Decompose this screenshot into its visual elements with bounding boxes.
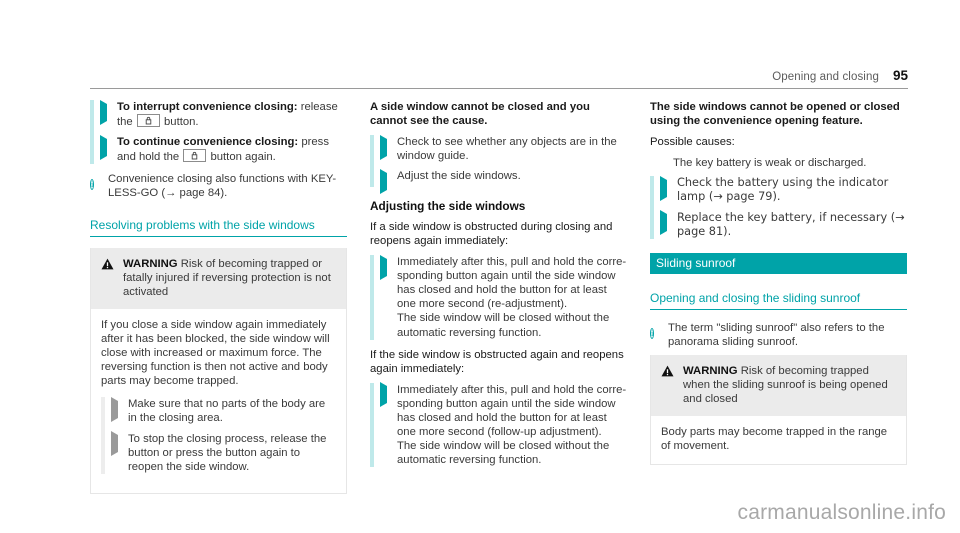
- warning-header: WARNING Risk of becoming trapped or fata…: [91, 247, 346, 309]
- header-title: Opening and closing: [772, 71, 879, 83]
- round-bullet-icon: [660, 162, 667, 176]
- warning-step-text: To stop the closing process, release the…: [128, 432, 327, 473]
- warning-step: To stop the closing process, release the…: [105, 431, 336, 477]
- header-divider: [90, 88, 908, 89]
- page-number: 95: [892, 68, 908, 83]
- info-icon: i: [90, 179, 95, 191]
- convenience-closing-steps: To interrupt convenience closing: releas…: [90, 99, 347, 165]
- warning-box-sliding-sunroof: WARNING Risk of becoming trapped when th…: [650, 354, 907, 466]
- step-continue-convenience-closing: To continue convenience closing: press a…: [94, 134, 347, 164]
- info-note-text: Convenience closing also functions with …: [108, 173, 337, 200]
- warning-body-text: Body parts may become trapped in the ran…: [661, 426, 888, 453]
- col2-check-steps: Check to see whether any objects are in …: [370, 134, 627, 194]
- column-2: A side window cannot be closed and you c…: [370, 100, 627, 494]
- warning-label: WARNING: [683, 364, 738, 377]
- step-adjust-side-windows: Adjust the side windows.: [374, 168, 627, 194]
- lock-button-icon: [183, 149, 207, 163]
- warning-body: If you close a side window again immedia…: [91, 308, 346, 493]
- triangle-bullet-icon: [111, 396, 122, 429]
- lock-button-icon: [136, 114, 160, 128]
- triangle-bullet-icon: [380, 168, 391, 194]
- section-banner-sliding-sunroof: Sliding sunroof: [650, 252, 907, 274]
- cause-item: The key battery is weak or discharged.: [650, 156, 907, 170]
- warning-label: WARNING: [123, 257, 178, 270]
- info-icon: i: [650, 327, 655, 339]
- step-continue-text-after: button again.: [207, 151, 276, 164]
- col2-block2-steps: Immediately after this, pull and hold th…: [370, 382, 627, 471]
- step-text: Check to see whether any objects are in …: [397, 136, 617, 163]
- warning-header: WARNING Risk of becoming trapped when th…: [651, 354, 906, 417]
- step-interrupt-convenience-closing: To interrupt convenience closing: releas…: [94, 99, 347, 135]
- col2-block2-intro: If the side window is obstructed again a…: [370, 348, 624, 375]
- step-text: Immediately after this, pull and hold th…: [397, 383, 627, 439]
- heading-opening-closing-sunroof: Opening and closing the sliding sunroof: [650, 291, 907, 310]
- warning-body-text: If you close a side window again immedia…: [101, 318, 330, 388]
- triangle-bullet-icon: [380, 382, 391, 471]
- triangle-bullet-icon: [380, 134, 391, 167]
- triangle-bullet-icon: [660, 210, 671, 242]
- step-interrupt-label: To interrupt convenience closing:: [117, 101, 298, 113]
- triangle-bullet-icon: [100, 134, 111, 168]
- col3-intro: The side windows cannot be opened or clo…: [650, 101, 900, 128]
- warning-box-side-windows: WARNING Risk of becoming trapped or fata…: [90, 247, 347, 494]
- step-check-window-guide: Check to see whether any objects are in …: [374, 134, 627, 169]
- step-followup-adjustment: Immediately after this, pull and hold th…: [374, 382, 627, 471]
- step-replace-battery: Replace the key battery, if necessary (→…: [654, 210, 907, 242]
- triangle-bullet-icon: [100, 99, 111, 133]
- cause-text: The key battery is weak or discharged.: [673, 157, 867, 170]
- col3-causes-list: The key battery is weak or discharged.: [650, 156, 907, 170]
- column-3: The side windows cannot be opened or clo…: [650, 100, 907, 494]
- info-note-text: The term "sliding sunroof" also refers t…: [668, 321, 885, 348]
- warning-body: Body parts may become trapped in the ran…: [651, 416, 906, 465]
- step-text: Replace the key battery, if necessary (→…: [677, 210, 905, 238]
- info-note-sunroof: i The term "sliding sunroof" also refers…: [650, 321, 907, 349]
- heading-resolving-problems: Resolving problems with the side windows: [90, 218, 347, 237]
- warning-step-text: Make sure that no parts of the body are …: [128, 398, 326, 425]
- triangle-bullet-icon: [660, 175, 671, 208]
- step-interrupt-text-after: button.: [160, 116, 199, 129]
- step-text: Adjust the side windows.: [397, 170, 521, 183]
- col2-block1-steps: Immediately after this, pull and hold th…: [370, 254, 627, 340]
- col3-battery-steps: Check the battery using the indicator la…: [650, 175, 907, 242]
- col3-causes-label: Possible causes:: [650, 136, 735, 149]
- col2-intro: A side window cannot be closed and you c…: [370, 101, 590, 128]
- warning-steps: Make sure that no parts of the body are …: [101, 396, 336, 477]
- step-continue-label: To continue convenience closing:: [117, 136, 299, 149]
- triangle-bullet-icon: [111, 431, 122, 477]
- step-subtext: The side window will be closed without t…: [397, 440, 610, 467]
- step-readjustment: Immediately after this, pull and hold th…: [374, 254, 627, 340]
- column-1: To interrupt convenience closing: releas…: [90, 99, 347, 494]
- subheading-adjusting-side-windows: Adjusting the side windows: [370, 199, 526, 214]
- step-check-battery: Check the battery using the indicator la…: [654, 175, 907, 210]
- warning-step: Make sure that no parts of the body are …: [105, 396, 336, 431]
- page-header: Opening and closing 95: [90, 68, 908, 83]
- warning-triangle-icon: [661, 365, 674, 407]
- info-note-keyless-go: i Convenience closing also functions wit…: [90, 172, 347, 200]
- step-subtext: The side window will be closed without t…: [397, 312, 610, 339]
- warning-triangle-icon: [101, 258, 114, 300]
- col2-block1-intro: If a side window is obstructed during cl…: [370, 220, 613, 247]
- content-columns: To interrupt convenience closing: releas…: [90, 99, 908, 494]
- step-text: Check the battery using the indicator la…: [677, 176, 889, 204]
- triangle-bullet-icon: [380, 254, 391, 344]
- step-text: Immediately after this, pull and hold th…: [397, 256, 627, 311]
- watermark: carmanualsonline.info: [737, 501, 946, 524]
